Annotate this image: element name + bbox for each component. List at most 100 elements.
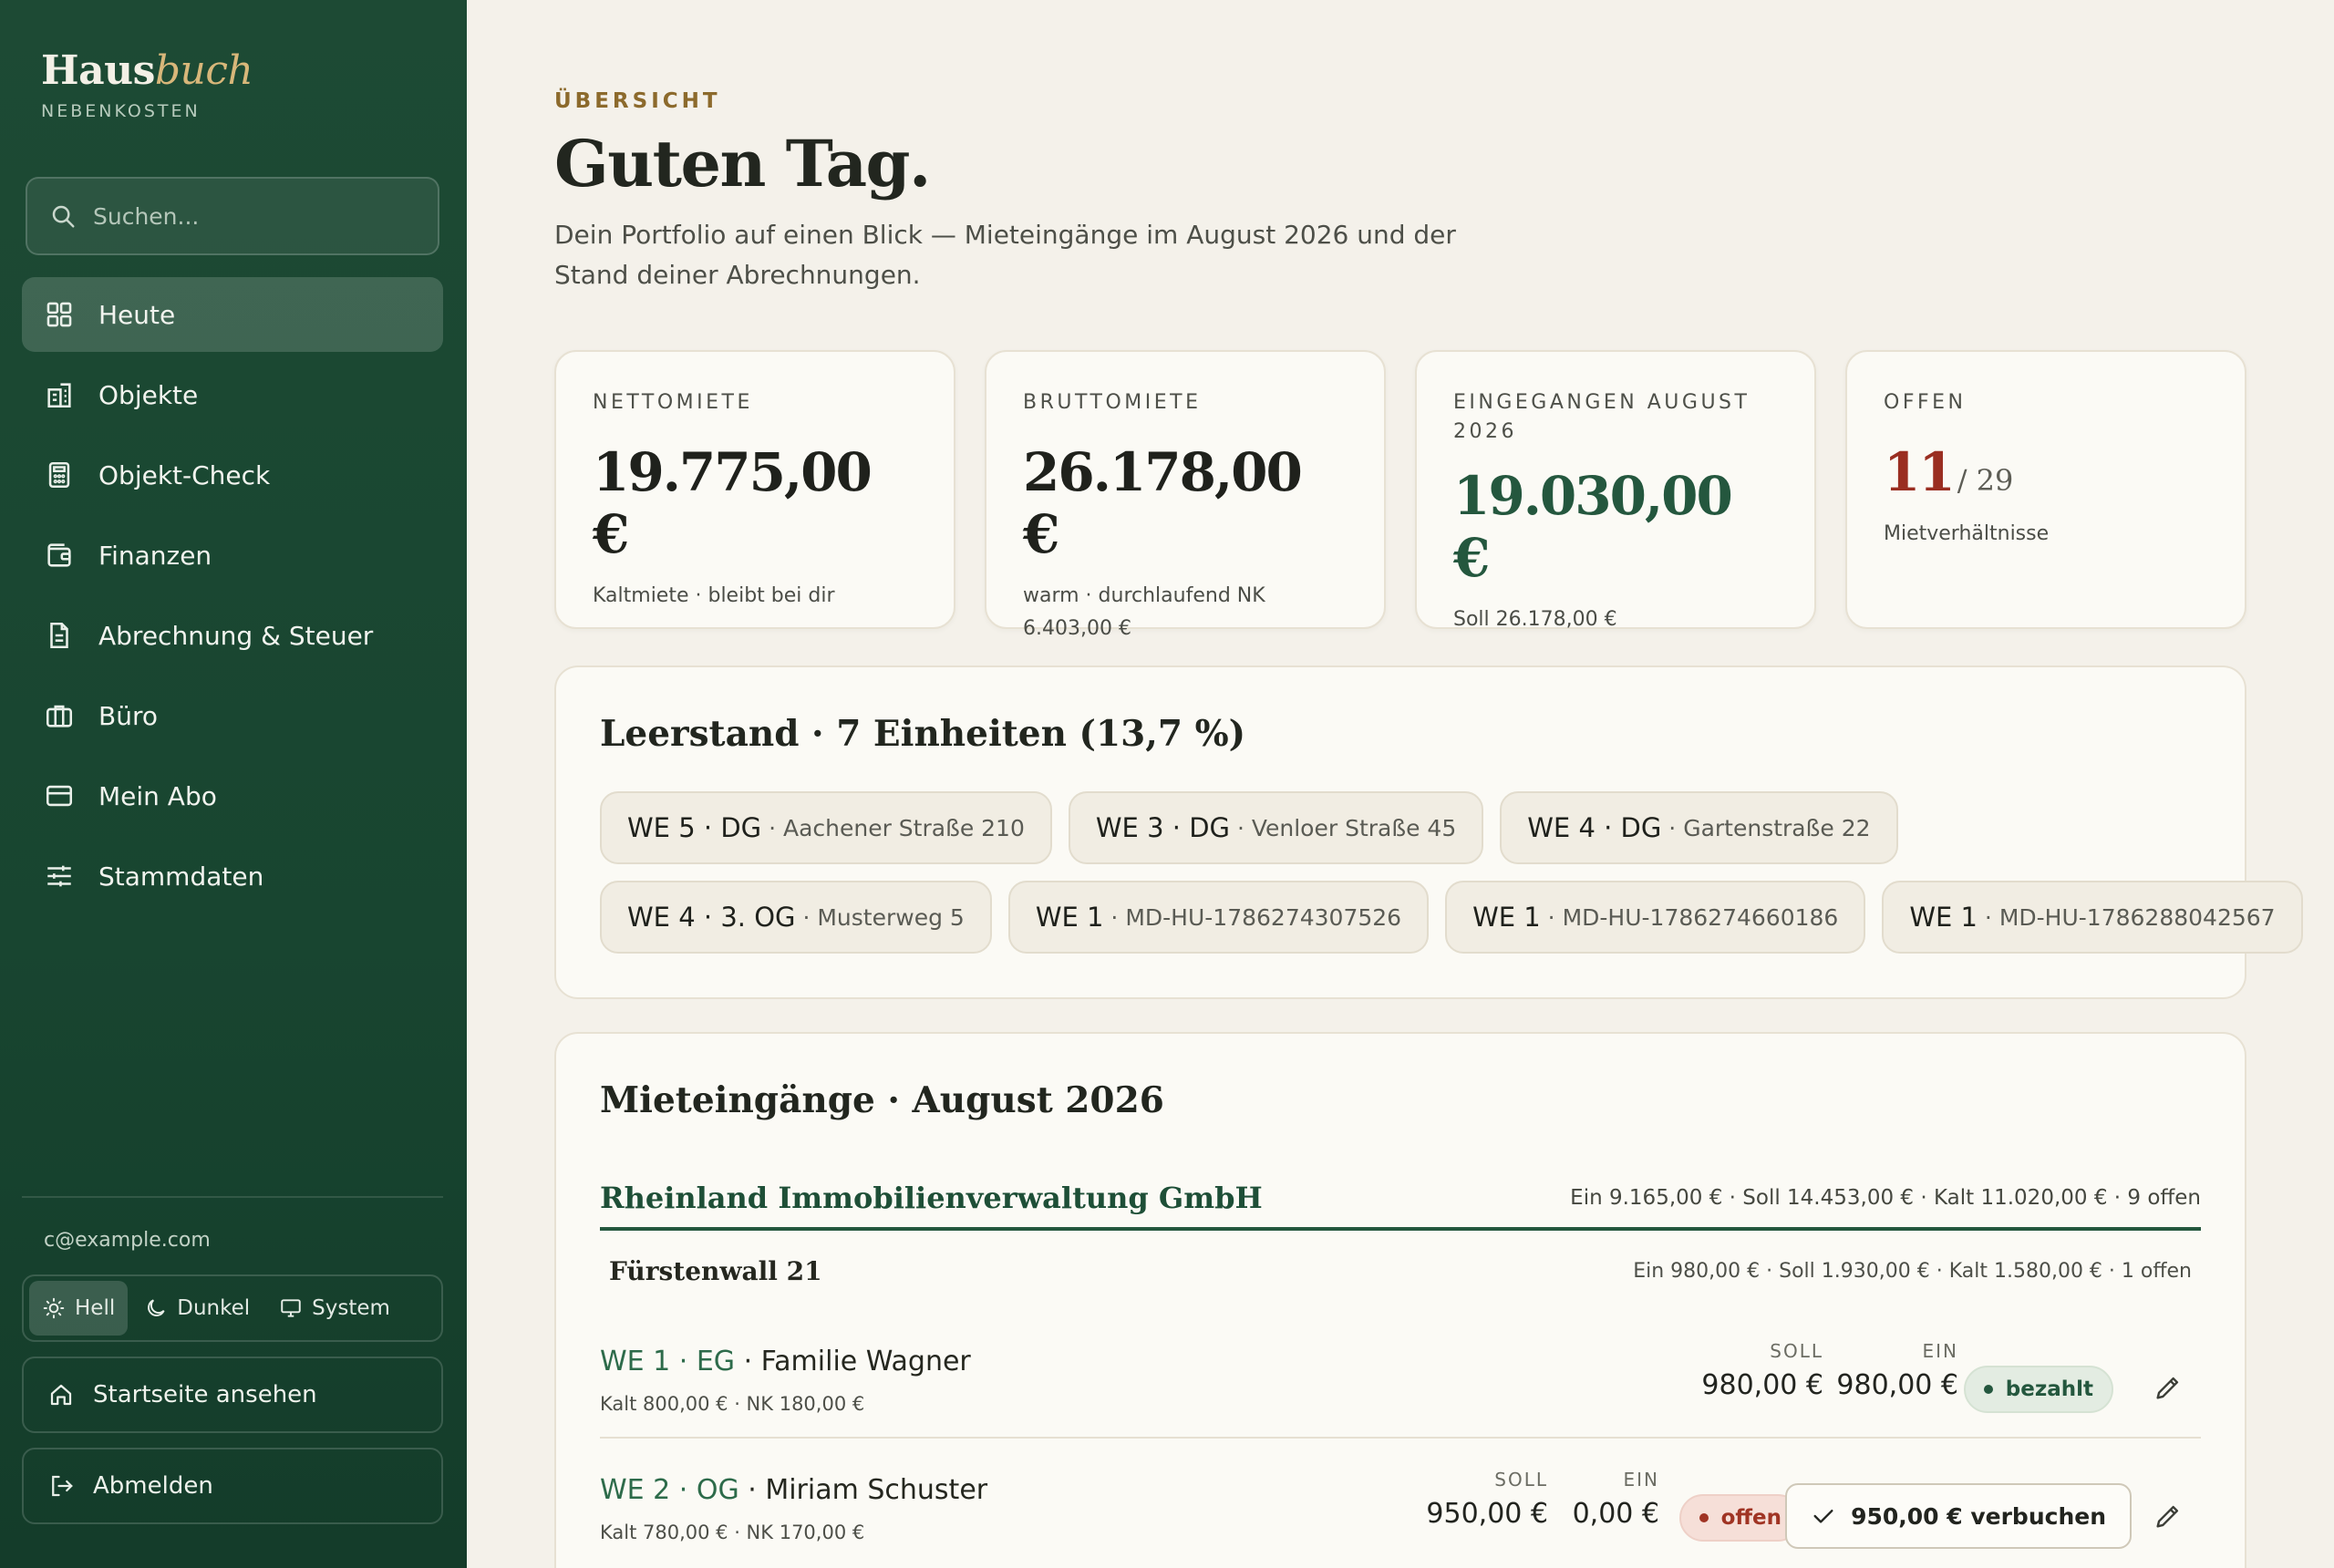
page-eyebrow: ÜBERSICHT (554, 89, 721, 113)
tenant-title[interactable]: WE 2 · OG · Miriam Schuster (600, 1474, 987, 1506)
kpi-row: NETTOMIETE 19.775,00 € Kaltmiete · bleib… (554, 350, 2246, 640)
vacancy-card: Leerstand · 7 Einheiten (13,7 %) WE 5 · … (554, 665, 2303, 999)
nav-item-objekt-check[interactable]: Objekt-Check (22, 438, 443, 512)
kpi-card-bruttomiete: BRUTTOMIETE 26.178,00 € warm · durchlauf… (985, 350, 1386, 640)
nav-item-stammdaten[interactable]: Stammdaten (22, 839, 443, 913)
home-icon (50, 1384, 72, 1406)
brand-subtitle: NEBENKOSTEN (41, 101, 201, 121)
theme-option-light[interactable]: Hell (29, 1281, 129, 1336)
management-name: Rheinland Immobilienverwaltung GmbH (600, 1181, 1263, 1215)
tenant-row: WE 2 · OG · Miriam Schuster Kalt 780,00 … (600, 1449, 2201, 1567)
status-badge: offen (1678, 1494, 1802, 1542)
kpi-value: 19.775,00 € (593, 441, 873, 565)
credit-card-icon (46, 785, 73, 807)
tenant-unit: WE 2 · OG (600, 1474, 739, 1506)
theme-option-system[interactable]: System (266, 1281, 403, 1336)
kpi-label: OFFEN (1884, 391, 1967, 414)
brand-title: Hausbuch (41, 47, 253, 94)
wallet-icon (47, 543, 71, 567)
kpi-value: 19.030,00 € (1453, 465, 1733, 589)
tenant-row: WE 1 · EG · Familie Wagner Kalt 800,00 €… (600, 1320, 2201, 1439)
vacancy-chip[interactable]: WE 1 · MD-HU-1786288042567 (1882, 881, 2303, 954)
tenant-detail: Kalt 800,00 € · NK 180,00 € (600, 1393, 865, 1415)
nav-label: Objekte (98, 379, 199, 410)
rent-income-card: Mieteingänge · August 2026 Rheinland Imm… (554, 1032, 2246, 1568)
kpi-card-offen: OFFEN 11/ 29 Mietverhältnisse (1845, 350, 2246, 629)
nav-label: Heute (98, 299, 176, 330)
vacancy-chips: WE 5 · DG · Aachener Straße 210 WE 3 · D… (600, 791, 2303, 970)
kpi-value: 11/ 29 (1884, 441, 2014, 503)
main-nav: Heute Objekte Objekt-Check Finanzen Abre… (22, 277, 443, 919)
kpi-label: EINGEGANGEN AUGUST 2026 (1453, 391, 1750, 443)
nav-item-abrechnung[interactable]: Abrechnung & Steuer (22, 598, 443, 673)
edit-button[interactable] (2148, 1367, 2188, 1408)
vacancy-chip[interactable]: WE 1 · MD-HU-1786274660186 (1445, 881, 1866, 954)
vacancy-chip[interactable]: WE 1 · MD-HU-1786274307526 (1007, 881, 1430, 954)
pencil-icon (2156, 1377, 2179, 1399)
status-badge: bezahlt (1963, 1366, 2113, 1413)
nav-label: Büro (98, 700, 158, 731)
kpi-sub: Kaltmiete · bleibt bei dir (593, 584, 835, 607)
edit-button[interactable] (2148, 1496, 2188, 1536)
pencil-icon (2156, 1505, 2179, 1528)
nav-item-objekte[interactable]: Objekte (22, 357, 443, 432)
view-homepage-button[interactable]: Startseite ansehen (22, 1357, 443, 1433)
nav-label: Stammdaten (98, 861, 264, 892)
sliders-icon (47, 865, 71, 887)
logout-icon (52, 1475, 73, 1497)
kpi-sub: warm · durchlaufend NK 6.403,00 € (1023, 584, 1265, 640)
nav-label: Abrechnung & Steuer (98, 620, 374, 651)
ein-amount: EIN 980,00 € (1836, 1340, 1958, 1401)
document-icon (50, 622, 68, 649)
page-title: Guten Tag. (554, 126, 931, 201)
kpi-card-eingegangen: EINGEGANGEN AUGUST 2026 19.030,00 € Soll… (1415, 350, 1816, 631)
vacancy-chip[interactable]: WE 4 · DG · Gartenstraße 22 (1500, 791, 1898, 864)
nav-label: Objekt-Check (98, 459, 271, 490)
theme-option-dark[interactable]: Dunkel (131, 1281, 263, 1336)
search-icon (52, 205, 75, 228)
property-name: Fürstenwall 21 (609, 1256, 822, 1286)
theme-switch: Hell Dunkel System (22, 1274, 443, 1342)
vacancy-title: Leerstand · 7 Einheiten (13,7 %) (600, 713, 1246, 755)
nav-item-buero[interactable]: Büro (22, 678, 443, 753)
property-header[interactable]: Fürstenwall 21 Ein 980,00 € · Soll 1.930… (609, 1256, 2192, 1286)
vacancy-chip[interactable]: WE 4 · 3. OG · Musterweg 5 (600, 881, 992, 954)
sidebar: Hausbuch NEBENKOSTEN Heute Objekte Objek… (0, 0, 467, 1568)
ein-amount: EIN 0,00 € (1572, 1469, 1659, 1530)
kpi-label: BRUTTOMIETE (1023, 391, 1202, 414)
nav-label: Finanzen (98, 540, 212, 571)
kpi-card-nettomiete: NETTOMIETE 19.775,00 € Kaltmiete · bleib… (554, 350, 955, 629)
soll-amount: SOLL 980,00 € (1701, 1340, 1823, 1401)
rent-income-title: Mieteingänge · August 2026 (600, 1079, 1164, 1121)
book-payment-button[interactable]: 950,00 € verbuchen (1785, 1483, 2132, 1549)
soll-amount: SOLL 950,00 € (1426, 1469, 1548, 1530)
nav-item-finanzen[interactable]: Finanzen (22, 518, 443, 593)
user-email: c@example.com (44, 1229, 211, 1252)
management-header[interactable]: Rheinland Immobilienverwaltung GmbH Ein … (600, 1169, 2201, 1231)
kpi-value: 26.178,00 € (1023, 441, 1303, 565)
tenant-detail: Kalt 780,00 € · NK 170,00 € (600, 1522, 865, 1543)
kpi-sub: Soll 26.178,00 € (1453, 608, 1617, 631)
check-icon (1813, 1510, 1833, 1523)
monitor-icon (281, 1299, 301, 1317)
building-icon (47, 383, 71, 408)
nav-item-heute[interactable]: Heute (22, 277, 443, 352)
vacancy-chip[interactable]: WE 3 · DG · Venloer Straße 45 (1068, 791, 1484, 864)
tenant-title[interactable]: WE 1 · EG · Familie Wagner (600, 1346, 971, 1377)
sun-icon (43, 1297, 65, 1319)
logout-button[interactable]: Abmelden (22, 1448, 443, 1524)
briefcase-icon (46, 705, 73, 727)
vacancy-chip[interactable]: WE 5 · DG · Aachener Straße 210 (600, 791, 1052, 864)
tenant-unit: WE 1 · EG (600, 1346, 736, 1377)
nav-item-mein-abo[interactable]: Mein Abo (22, 758, 443, 833)
grid-icon (46, 302, 72, 327)
tenant-name: Familie Wagner (760, 1346, 971, 1377)
management-stats: Ein 9.165,00 € · Soll 14.453,00 € · Kalt… (1570, 1186, 2201, 1210)
kpi-label: NETTOMIETE (593, 391, 753, 414)
property-stats: Ein 980,00 € · Soll 1.930,00 € · Kalt 1.… (1633, 1260, 2192, 1283)
brand[interactable]: Hausbuch NEBENKOSTEN (41, 47, 253, 121)
calculator-icon (48, 461, 70, 489)
search-box[interactable] (26, 177, 439, 255)
search-input[interactable] (93, 202, 421, 230)
sidebar-divider (22, 1196, 443, 1198)
